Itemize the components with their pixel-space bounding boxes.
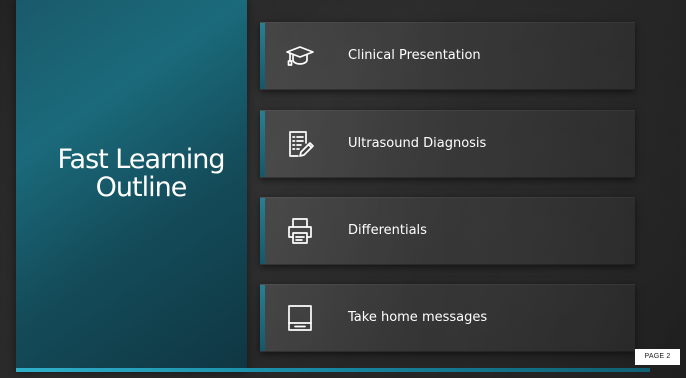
item-label: Clinical Presentation	[348, 48, 481, 63]
accent-bar	[16, 368, 650, 372]
item-label: Ultrasound Diagnosis	[348, 136, 487, 151]
outline-item-clinical-presentation[interactable]: Clinical Presentation	[260, 22, 635, 90]
slide: Fast Learning Outline Clinical Presentat…	[0, 0, 686, 378]
outline-item-take-home-messages[interactable]: Take home messages	[260, 284, 635, 352]
tray-icon	[284, 302, 316, 334]
outline-item-ultrasound-diagnosis[interactable]: Ultrasound Diagnosis	[260, 110, 635, 178]
checklist-pencil-icon	[284, 128, 316, 160]
slide-title: Fast Learning Outline	[57, 144, 225, 203]
graduation-cap-icon	[284, 40, 316, 72]
item-label: Differentials	[348, 223, 427, 238]
title-panel: Fast Learning Outline	[16, 0, 247, 372]
page-number-badge: PAGE 2	[635, 349, 680, 365]
item-label: Take home messages	[348, 310, 488, 325]
outline-item-differentials[interactable]: Differentials	[260, 197, 635, 265]
printer-icon	[284, 215, 316, 247]
